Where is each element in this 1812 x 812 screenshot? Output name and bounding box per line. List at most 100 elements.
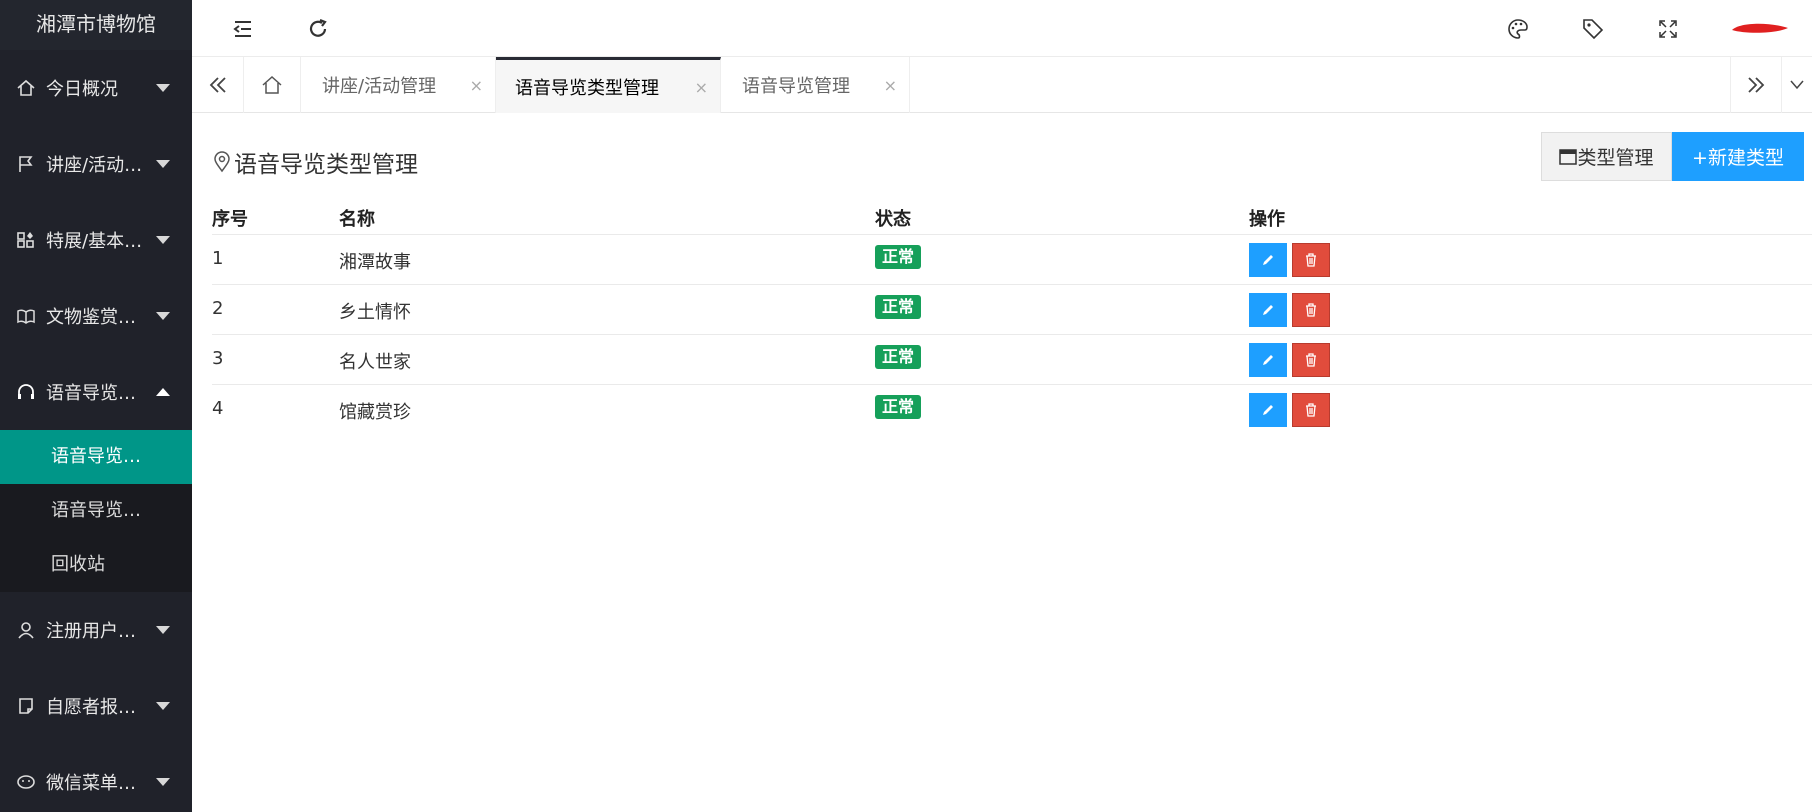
row-index: 1 [212,248,224,269]
col-header-status: 状态 [875,209,911,230]
chevron-down-icon [156,312,170,320]
tab-audio-guide-type-management[interactable]: 语音导览类型管理 × [496,57,721,113]
row-name: 名人世家 [339,352,411,373]
tab-label: 语音导览类型管理 [515,77,659,99]
sidebar-item-label: 语音导览… [46,383,136,404]
type-management-button[interactable]: 类型管理 [1541,132,1672,181]
note-icon [16,696,36,716]
status-badge: 正常 [875,245,922,269]
sidebar-item-overview[interactable]: 今日概况 [0,50,192,126]
status-badge-cell: 正常 [875,245,922,269]
user-avatar[interactable] [1730,20,1790,36]
flag-icon [16,154,36,174]
pencil-icon [1263,355,1273,365]
table-row: 1 湘潭故事 正常 [212,235,1812,285]
edit-button[interactable] [1249,293,1287,327]
headphones-icon [16,382,36,402]
row-name: 乡土情怀 [339,302,411,323]
chevron-down-icon [156,702,170,710]
delete-button[interactable] [1292,343,1330,377]
sidebar-item-exhibition[interactable]: 特展/基本… [0,202,192,278]
row-name: 湘潭故事 [339,252,411,273]
table-row: 2 乡土情怀 正常 [212,285,1812,335]
palette-icon[interactable] [1490,0,1546,57]
trash-icon [1306,253,1316,267]
new-type-label: +新建类型 [1692,147,1784,169]
row-actions [1249,243,1335,277]
submenu-item-audio-guide-type[interactable]: 语音导览… [0,430,192,484]
sidebar-item-label: 文物鉴赏… [46,307,136,328]
tag-icon[interactable] [1565,0,1621,57]
user-icon [16,620,36,640]
chevron-down-icon [156,626,170,634]
page-title: 语音导览类型管理 [212,145,418,179]
row-actions [1249,343,1335,377]
submenu-item-audio-guide[interactable]: 语音导览… [0,484,192,538]
status-badge: 正常 [875,345,922,369]
chevron-down-icon [156,160,170,168]
row-actions [1249,293,1335,327]
chevron-down-icon [156,236,170,244]
sidebar-item-users[interactable]: 注册用户… [0,592,192,668]
window-icon [1559,148,1578,165]
edit-button[interactable] [1249,243,1287,277]
tab-bar: 讲座/活动管理 × 语音导览类型管理 × 语音导览管理 × [192,57,1812,113]
submenu-item-recycle-bin[interactable]: 回收站 [0,538,192,592]
row-index: 4 [212,398,224,419]
sidebar-item-audio-guide[interactable]: 语音导览… [0,354,192,430]
row-name: 馆藏赏珍 [339,402,411,423]
col-header-index: 序号 [212,209,248,230]
tab-home-icon[interactable] [244,57,301,113]
table-row: 4 馆藏赏珍 正常 [212,385,1812,435]
delete-button[interactable] [1292,243,1330,277]
pencil-icon [1263,305,1273,315]
edit-button[interactable] [1249,343,1287,377]
sidebar-item-label: 微信菜单… [46,773,136,794]
new-type-button[interactable]: +新建类型 [1672,132,1804,181]
delete-button[interactable] [1292,393,1330,427]
pencil-icon [1263,405,1273,415]
status-badge: 正常 [875,395,922,419]
tabs-dropdown-chevron-down-icon[interactable] [1782,57,1812,113]
sidebar-item-wechat-menu[interactable]: 微信菜单… [0,744,192,812]
status-badge-cell: 正常 [875,295,922,319]
chevron-up-icon [156,388,170,396]
sidebar-item-volunteers[interactable]: 自愿者报… [0,668,192,744]
sidebar-item-label: 讲座/活动… [46,155,143,176]
top-header [192,0,1812,57]
tab-label: 语音导览管理 [742,76,850,97]
sidebar-item-label: 特展/基本… [46,231,143,252]
chevron-down-icon [156,84,170,92]
apps-icon [16,230,36,250]
trash-icon [1306,403,1316,417]
sidebar-submenu: 语音导览… 语音导览… 回收站 [0,430,192,592]
tab-audio-guide-management[interactable]: 语音导览管理 × [721,57,910,113]
tab-label: 讲座/活动管理 [322,76,437,97]
fullscreen-icon[interactable] [1640,0,1696,57]
sidebar-item-lecture[interactable]: 讲座/活动… [0,126,192,202]
close-icon[interactable]: × [695,78,708,97]
sidebar-item-label: 注册用户… [46,621,136,642]
type-table: 序号 名称 状态 操作 1 湘潭故事 正常 2 乡土情怀 正常 3 名人世家 正… [212,197,1812,435]
trash-icon [1306,303,1316,317]
book-icon [16,306,36,326]
home-icon [16,78,36,98]
collapse-menu-icon[interactable] [215,0,271,57]
delete-button[interactable] [1292,293,1330,327]
tab-lecture-management[interactable]: 讲座/活动管理 × [301,57,496,113]
sidebar-item-relics[interactable]: 文物鉴赏… [0,278,192,354]
tabs-scroll-right-icon[interactable] [1730,57,1782,113]
tabs-scroll-left-icon[interactable] [192,57,244,113]
row-actions [1249,393,1335,427]
table-header: 序号 名称 状态 操作 [212,197,1812,235]
refresh-icon[interactable] [290,0,346,57]
row-index: 2 [212,298,224,319]
close-icon[interactable]: × [884,76,897,95]
app-logo-title: 湘潭市博物馆 [0,0,192,50]
sidebar: 湘潭市博物馆 今日概况 讲座/活动… 特展/基本… 文物鉴赏… 语音导览… 语音… [0,0,192,812]
row-index: 3 [212,348,224,369]
status-badge-cell: 正常 [875,395,922,419]
main-content: 语音导览类型管理 类型管理 +新建类型 序号 名称 状态 操作 1 湘潭故事 正… [192,113,1812,812]
close-icon[interactable]: × [470,76,483,95]
edit-button[interactable] [1249,393,1287,427]
